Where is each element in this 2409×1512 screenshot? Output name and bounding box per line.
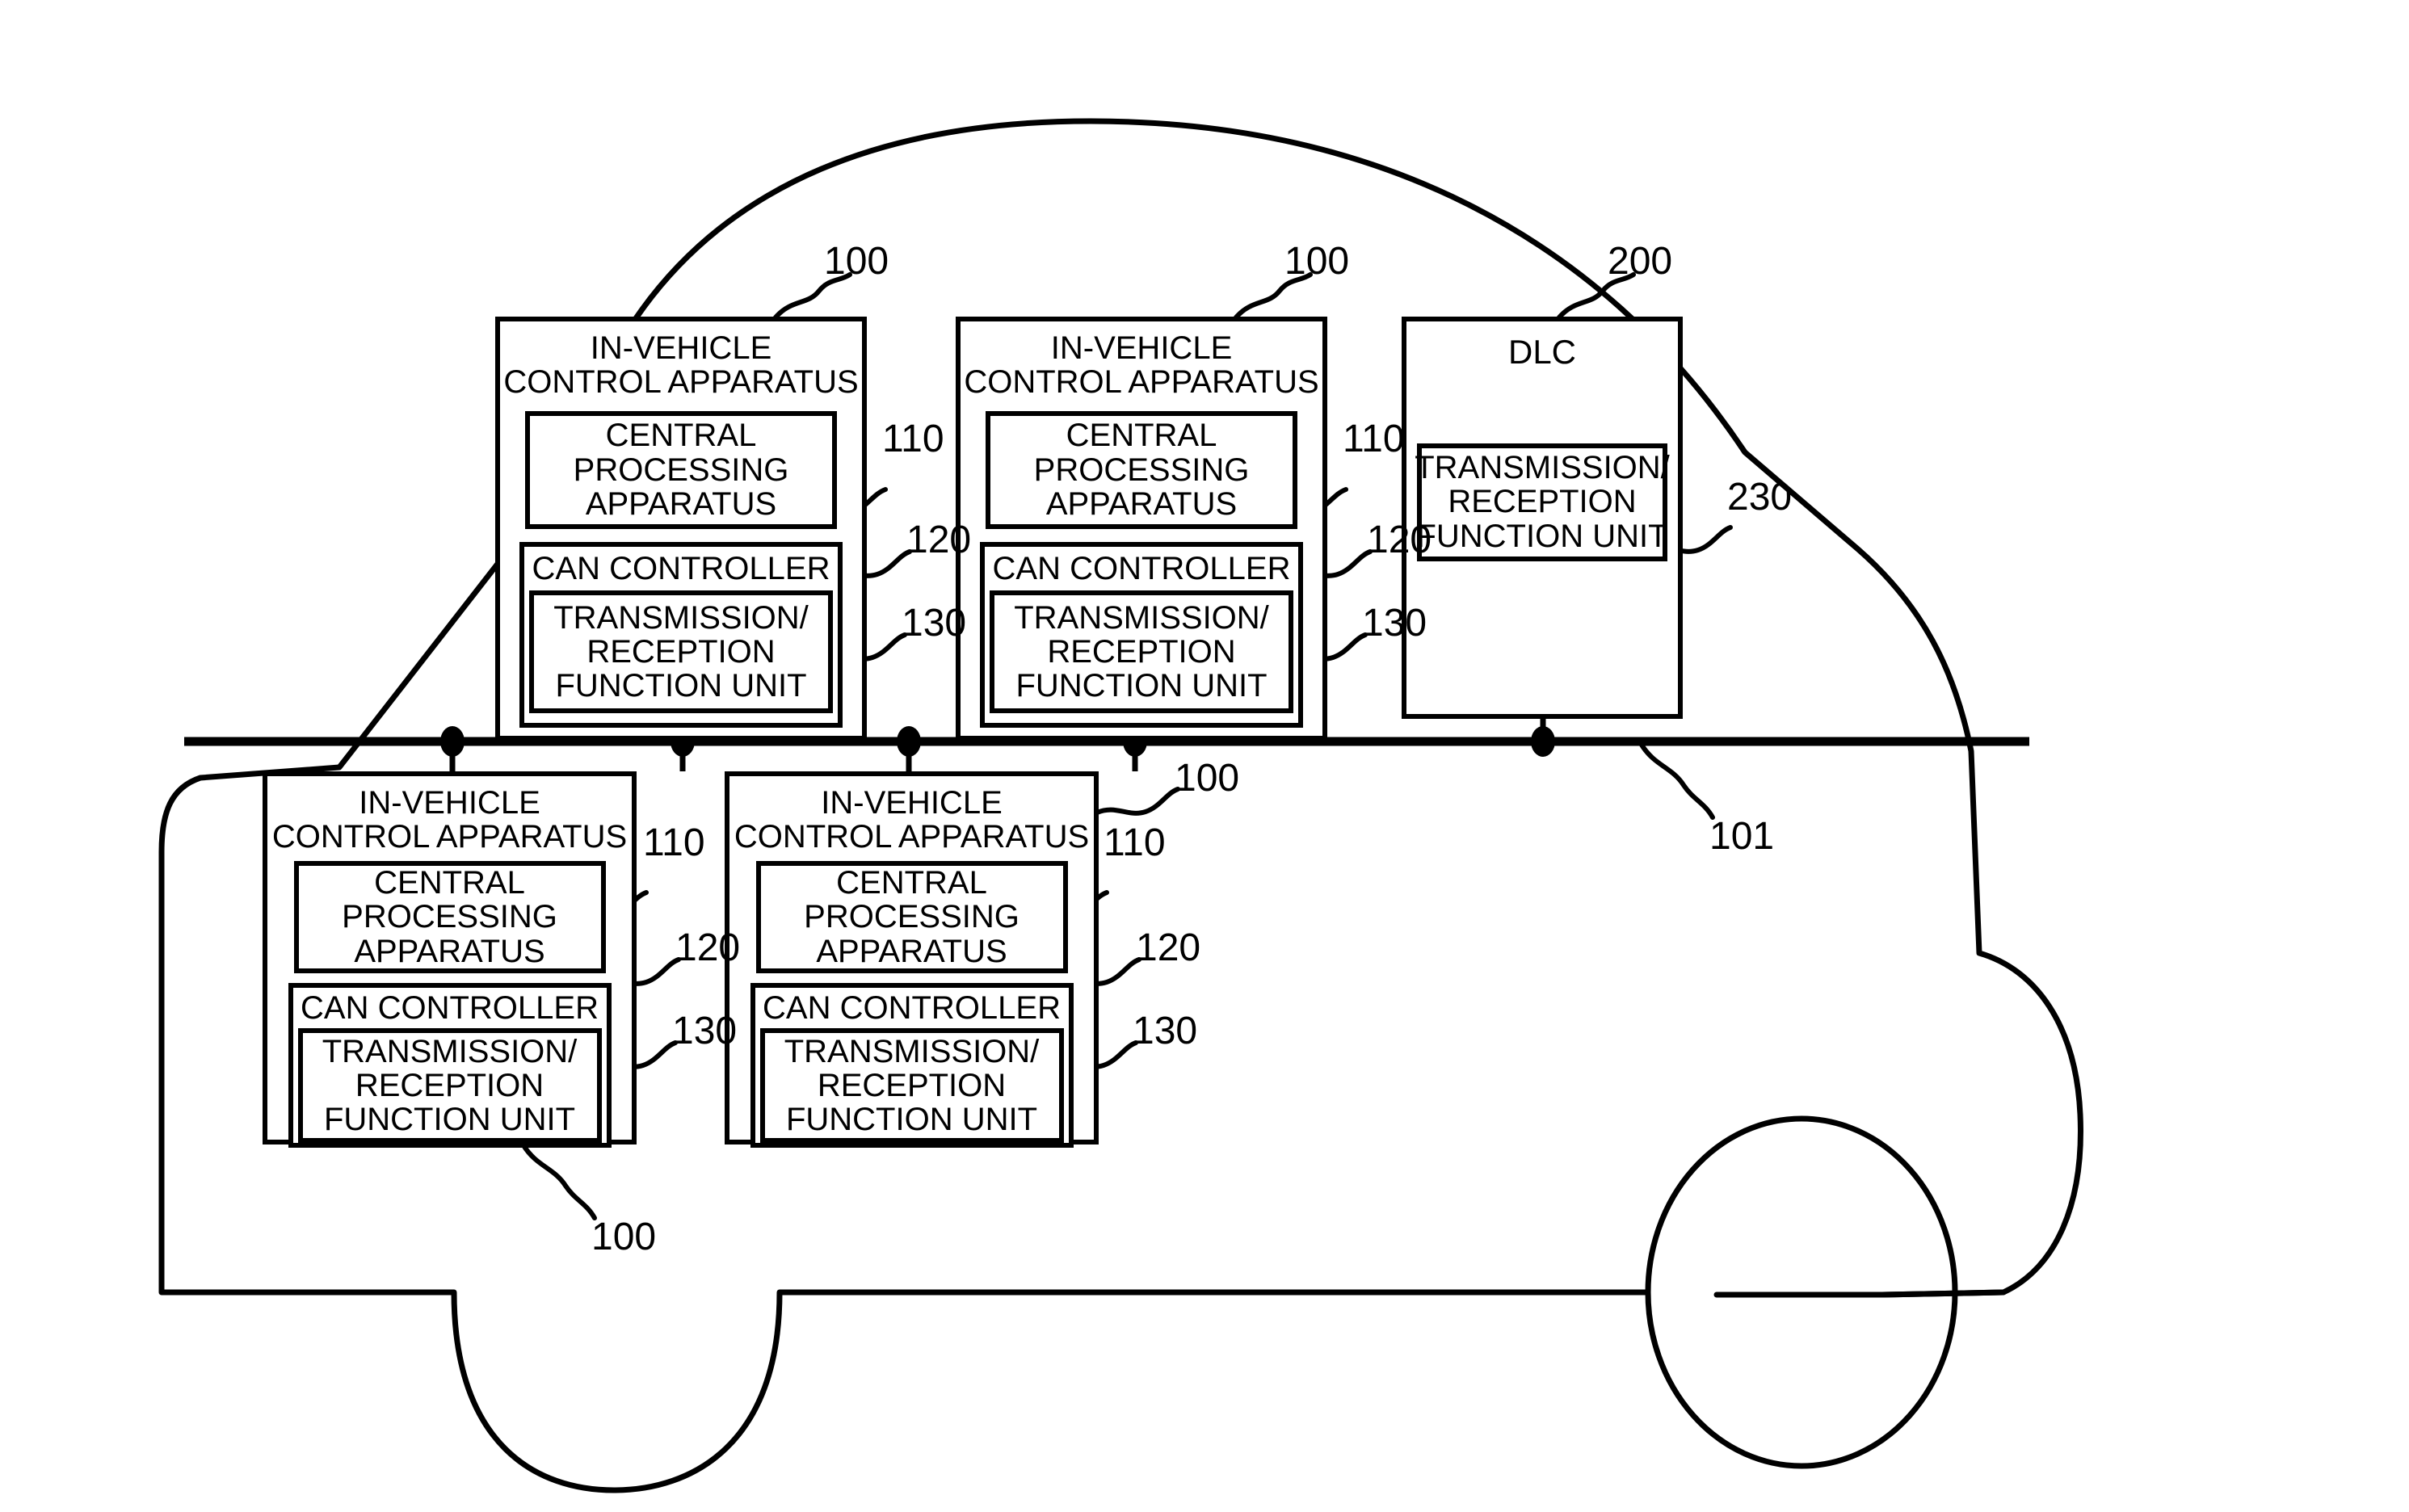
central-processing-apparatus-label: CENTRAL PROCESSING APPARATUS bbox=[804, 864, 1020, 969]
ref-numeral-101-bus: 101 bbox=[1709, 815, 1775, 858]
in-vehicle-control-apparatus-bottom-left[interactable]: IN-VEHICLE CONTROL APPARATUS CENTRAL PRO… bbox=[263, 771, 637, 1148]
transmission-reception-function-unit-label: TRANSMISSION/ RECEPTION FUNCTION UNIT bbox=[1014, 599, 1269, 704]
bus-junction-dot bbox=[440, 726, 465, 757]
ref-numeral-110-bottom-right: 110 bbox=[1104, 821, 1166, 864]
ref-numeral-110-bottom-left: 110 bbox=[643, 821, 705, 864]
ref-numeral-120-top-left: 120 bbox=[906, 519, 972, 561]
ref-numeral-100-bottom-right: 100 bbox=[1175, 757, 1240, 800]
central-processing-apparatus-label: CENTRAL PROCESSING APPARATUS bbox=[573, 418, 789, 522]
transmission-reception-function-unit-box[interactable]: TRANSMISSION/ RECEPTION FUNCTION UNIT bbox=[297, 1028, 602, 1143]
transmission-reception-function-unit-label: TRANSMISSION/ RECEPTION FUNCTION UNIT bbox=[784, 1033, 1040, 1138]
ref-numeral-110-top-middle: 110 bbox=[1343, 418, 1405, 460]
in-vehicle-control-apparatus-bottom-right[interactable]: IN-VEHICLE CONTROL APPARATUS CENTRAL PRO… bbox=[725, 771, 1099, 1148]
ref-numeral-100-top-left: 100 bbox=[824, 240, 889, 283]
central-processing-apparatus-box[interactable]: CENTRAL PROCESSING APPARATUS bbox=[755, 860, 1068, 973]
ref-numeral-130-top-middle: 130 bbox=[1362, 602, 1427, 645]
dlc-box[interactable]: DLC TRANSMISSION/ RECEPTION FUNCTION UNI… bbox=[1402, 317, 1683, 719]
can-controller-label: CAN CONTROLLER bbox=[532, 550, 830, 586]
dlc-transmission-reception-function-unit-label: TRANSMISSION/ RECEPTION FUNCTION UNIT bbox=[1415, 449, 1670, 554]
in-vehicle-control-apparatus-top-left[interactable]: IN-VEHICLE CONTROL APPARATUS CENTRAL PRO… bbox=[495, 317, 867, 741]
ref-numeral-110-top-left: 110 bbox=[882, 418, 944, 460]
in-vehicle-control-apparatus-top-middle[interactable]: IN-VEHICLE CONTROL APPARATUS CENTRAL PRO… bbox=[956, 317, 1327, 741]
transmission-reception-function-unit-box[interactable]: TRANSMISSION/ RECEPTION FUNCTION UNIT bbox=[990, 590, 1293, 714]
central-processing-apparatus-box[interactable]: CENTRAL PROCESSING APPARATUS bbox=[293, 860, 606, 973]
ecu-title: IN-VEHICLE CONTROL APPARATUS bbox=[503, 330, 859, 401]
ref-numeral-230-dlc-txrx: 230 bbox=[1727, 476, 1793, 519]
transmission-reception-function-unit-box[interactable]: TRANSMISSION/ RECEPTION FUNCTION UNIT bbox=[759, 1028, 1064, 1143]
transmission-reception-function-unit-label: TRANSMISSION/ RECEPTION FUNCTION UNIT bbox=[553, 599, 809, 704]
patent-figure: IN-VEHICLE CONTROL APPARATUS CENTRAL PRO… bbox=[0, 0, 2409, 1512]
can-controller-label: CAN CONTROLLER bbox=[301, 989, 599, 1026]
ref-numeral-130-top-left: 130 bbox=[902, 602, 967, 645]
ref-numeral-130-bottom-right: 130 bbox=[1133, 1010, 1198, 1052]
ecu-title: IN-VEHICLE CONTROL APPARATUS bbox=[964, 330, 1319, 401]
ecu-title: IN-VEHICLE CONTROL APPARATUS bbox=[271, 785, 628, 855]
transmission-reception-function-unit-box[interactable]: TRANSMISSION/ RECEPTION FUNCTION UNIT bbox=[529, 590, 833, 714]
ref-numeral-100-top-middle: 100 bbox=[1284, 240, 1350, 283]
dlc-transmission-reception-function-unit-box[interactable]: TRANSMISSION/ RECEPTION FUNCTION UNIT bbox=[1415, 443, 1670, 561]
central-processing-apparatus-box[interactable]: CENTRAL PROCESSING APPARATUS bbox=[986, 410, 1297, 529]
can-controller-label: CAN CONTROLLER bbox=[763, 989, 1061, 1026]
can-controller-box[interactable]: CAN CONTROLLER TRANSMISSION/ RECEPTION F… bbox=[288, 982, 612, 1148]
ref-numeral-200-dlc: 200 bbox=[1608, 240, 1673, 283]
central-processing-apparatus-label: CENTRAL PROCESSING APPARATUS bbox=[342, 864, 557, 969]
can-controller-box[interactable]: CAN CONTROLLER TRANSMISSION/ RECEPTION F… bbox=[750, 982, 1074, 1148]
central-processing-apparatus-label: CENTRAL PROCESSING APPARATUS bbox=[1033, 418, 1250, 522]
ref-numeral-120-bottom-right: 120 bbox=[1136, 926, 1201, 969]
can-controller-box[interactable]: CAN CONTROLLER TRANSMISSION/ RECEPTION F… bbox=[519, 541, 843, 728]
dlc-title: DLC bbox=[1507, 333, 1577, 371]
ref-numeral-100-bottom-left: 100 bbox=[591, 1216, 657, 1258]
can-controller-label: CAN CONTROLLER bbox=[992, 550, 1291, 586]
ref-numeral-130-bottom-left: 130 bbox=[672, 1010, 738, 1052]
can-controller-box[interactable]: CAN CONTROLLER TRANSMISSION/ RECEPTION F… bbox=[980, 541, 1303, 728]
bus-junction-dot bbox=[897, 726, 921, 757]
bus-junction-dot bbox=[1531, 726, 1555, 757]
central-processing-apparatus-box[interactable]: CENTRAL PROCESSING APPARATUS bbox=[525, 410, 837, 529]
ref-numeral-120-top-middle: 120 bbox=[1367, 519, 1432, 561]
transmission-reception-function-unit-label: TRANSMISSION/ RECEPTION FUNCTION UNIT bbox=[322, 1033, 578, 1138]
ecu-title: IN-VEHICLE CONTROL APPARATUS bbox=[734, 785, 1090, 855]
ref-numeral-120-bottom-left: 120 bbox=[675, 926, 741, 969]
diagram-vector-layer bbox=[158, 118, 2083, 1493]
